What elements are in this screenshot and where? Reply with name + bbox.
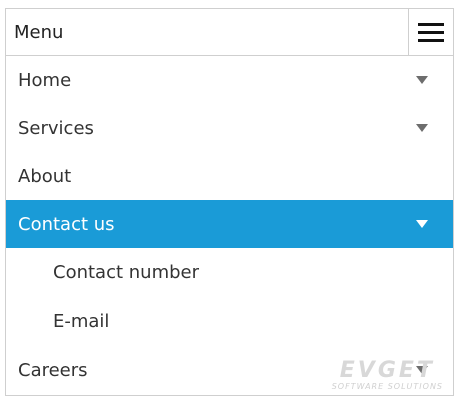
menu-item-label: Contact number: [53, 262, 200, 283]
submenu-item-email[interactable]: E-mail: [6, 297, 453, 346]
menu-item-contact-us[interactable]: Contact us: [6, 200, 453, 248]
menu-item-about[interactable]: About: [6, 152, 453, 200]
menu-item-label: Careers: [18, 359, 88, 381]
caret-down-icon: [416, 76, 428, 84]
menu-item-label: Home: [18, 69, 72, 91]
menu-item-home[interactable]: Home: [6, 56, 453, 104]
menu-list: Home Services About Contact us Contact n…: [6, 56, 453, 394]
menu-widget: Menu Home Services About Contact us Cont…: [5, 8, 454, 396]
menu-title: Menu: [14, 21, 64, 43]
hamburger-bar: [418, 30, 444, 34]
caret-down-icon: [416, 124, 428, 132]
menu-header: Menu: [6, 9, 453, 56]
submenu-item-contact-number[interactable]: Contact number: [6, 248, 453, 297]
caret-down-icon: [416, 366, 428, 374]
menu-item-label: About: [18, 165, 72, 187]
menu-item-label: Contact us: [18, 213, 115, 235]
hamburger-bar: [418, 22, 444, 26]
menu-item-services[interactable]: Services: [6, 104, 453, 152]
menu-item-label: Services: [18, 117, 94, 139]
menu-item-label: E-mail: [53, 311, 110, 332]
hamburger-icon[interactable]: [408, 9, 453, 55]
caret-down-icon: [416, 220, 428, 228]
menu-item-careers[interactable]: Careers: [6, 346, 453, 394]
hamburger-bar: [418, 38, 444, 42]
